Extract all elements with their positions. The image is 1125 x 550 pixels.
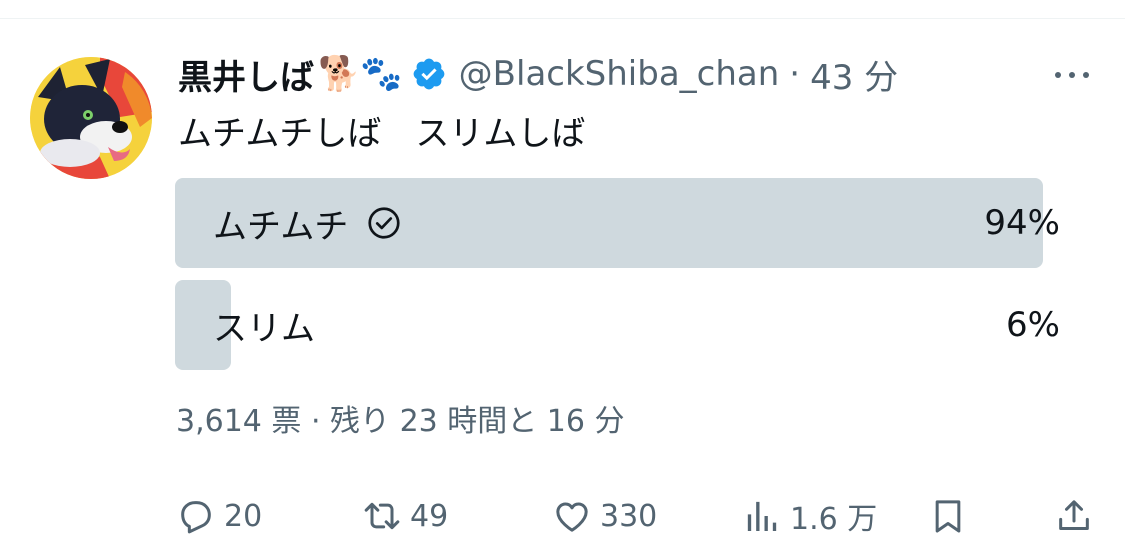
like-count: 330	[600, 498, 658, 534]
handle[interactable]: @BlackShiba_chan	[459, 54, 780, 94]
like-icon	[556, 502, 588, 532]
action-bar: 20 49 330 1.6 万	[0, 492, 1125, 540]
reply-count: 20	[224, 498, 263, 534]
separator-dot: ·	[789, 54, 801, 94]
reply-icon	[181, 501, 211, 534]
display-name[interactable]: 黒井しば	[178, 50, 314, 99]
retweet-button[interactable]: 49	[362, 492, 448, 540]
views-button[interactable]: 1.6 万	[742, 492, 877, 540]
poll-option-2: スリム 6%	[175, 280, 1060, 370]
poll-option-1: ムチムチ 94%	[175, 178, 1060, 268]
poll-option-percent: 94%	[984, 203, 1060, 243]
poll-option-text: ムチムチ	[213, 206, 349, 247]
more-icon[interactable]	[1052, 60, 1092, 90]
share-icon	[1059, 500, 1089, 530]
reply-button[interactable]: 20	[176, 492, 262, 540]
poll-option-text: スリム	[213, 308, 315, 349]
timestamp[interactable]: 43 分	[810, 50, 898, 99]
name-emoji: 🐕🐾	[318, 54, 403, 94]
retweet-icon	[364, 502, 400, 530]
check-circle-icon	[368, 207, 400, 239]
share-button[interactable]	[1054, 492, 1094, 540]
like-button[interactable]: 330	[552, 492, 657, 540]
avatar[interactable]	[30, 57, 152, 179]
views-count: 1.6 万	[790, 502, 878, 537]
avatar-image	[30, 57, 152, 179]
top-divider	[0, 18, 1125, 19]
bookmark-button[interactable]	[928, 492, 968, 540]
tweet-header: 黒井しば 🐕🐾 @BlackShiba_chan · 43 分	[178, 50, 898, 98]
views-icon	[747, 501, 777, 531]
poll-option-label: ムチムチ	[213, 178, 402, 268]
tweet-text: ムチムチしば スリムしば	[178, 114, 586, 154]
verified-badge-icon	[413, 58, 445, 90]
poll-meta: 3,614 票 · 残り 23 時間と 16 分	[176, 404, 625, 439]
bookmark-icon	[935, 500, 961, 533]
poll-option-percent: 6%	[1006, 305, 1060, 345]
poll-option-label: スリム	[213, 280, 315, 370]
retweet-count: 49	[410, 498, 449, 534]
